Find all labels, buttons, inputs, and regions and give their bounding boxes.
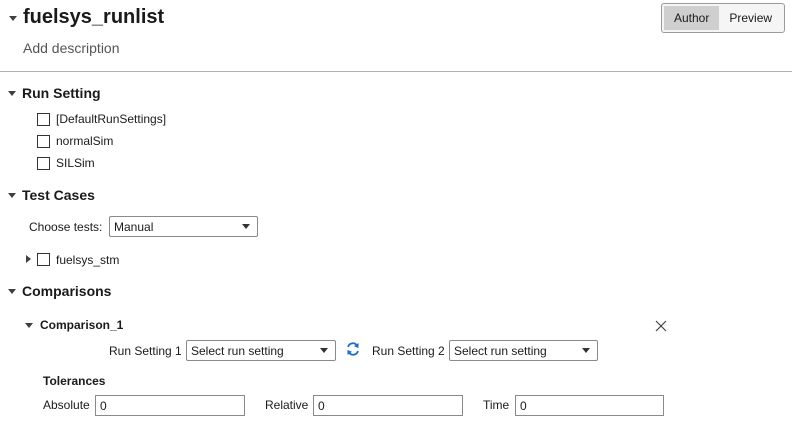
run-setting-heading: Run Setting [22, 85, 101, 101]
add-description-field[interactable]: Add description [23, 40, 120, 56]
run-setting-collapse-icon[interactable] [8, 91, 16, 96]
dropdown-caret-icon [320, 348, 328, 353]
run-setting-label: SILSim [56, 156, 95, 170]
author-mode-button[interactable]: Author [664, 6, 720, 30]
run-setting-label: [DefaultRunSettings] [56, 112, 167, 126]
comparisons-heading: Comparisons [22, 283, 112, 299]
tolerances-heading: Tolerances [43, 374, 106, 388]
title-collapse-icon[interactable] [9, 16, 17, 21]
page-title: fuelsys_runlist [23, 6, 165, 28]
test-case-label: fuelsys_stm [56, 253, 120, 267]
header-divider [0, 71, 792, 72]
checkbox-sil-sim[interactable] [37, 157, 50, 170]
choose-tests-label: Choose tests: [29, 220, 103, 234]
choose-tests-value: Manual [114, 219, 154, 234]
run-setting-label: normalSim [56, 134, 114, 148]
run-setting-1-value: Select run setting [191, 343, 284, 358]
run-setting-2-dropdown[interactable]: Select run setting [449, 340, 598, 361]
view-mode-toggle: Author Preview [661, 3, 786, 33]
preview-mode-button[interactable]: Preview [719, 6, 782, 30]
absolute-label: Absolute [43, 398, 90, 412]
run-setting-2-value: Select run setting [454, 343, 547, 358]
choose-tests-dropdown[interactable]: Manual [109, 216, 258, 237]
time-label: Time [483, 398, 510, 412]
relative-label: Relative [265, 398, 309, 412]
time-tolerance-input[interactable]: 0 [515, 395, 664, 416]
run-setting-2-label: Run Setting 2 [372, 344, 445, 358]
comparison-name: Comparison_1 [40, 318, 124, 332]
checkbox-fuelsys-stm[interactable] [37, 253, 50, 266]
comparisons-collapse-icon[interactable] [8, 289, 16, 294]
swap-icon[interactable] [345, 341, 361, 357]
test-cases-heading: Test Cases [22, 187, 95, 203]
absolute-tolerance-input[interactable]: 0 [95, 395, 245, 416]
checkbox-normal-sim[interactable] [37, 135, 50, 148]
checkbox-default-run-settings[interactable] [37, 113, 50, 126]
dropdown-caret-icon [582, 348, 590, 353]
run-setting-1-label: Run Setting 1 [109, 344, 182, 358]
dropdown-caret-icon [242, 224, 250, 229]
test-cases-collapse-icon[interactable] [8, 193, 16, 198]
comparison-collapse-icon[interactable] [25, 323, 33, 328]
close-icon[interactable] [654, 319, 668, 333]
test-case-expand-icon[interactable] [26, 255, 31, 263]
run-setting-1-dropdown[interactable]: Select run setting [186, 340, 336, 361]
relative-tolerance-input[interactable]: 0 [313, 395, 463, 416]
